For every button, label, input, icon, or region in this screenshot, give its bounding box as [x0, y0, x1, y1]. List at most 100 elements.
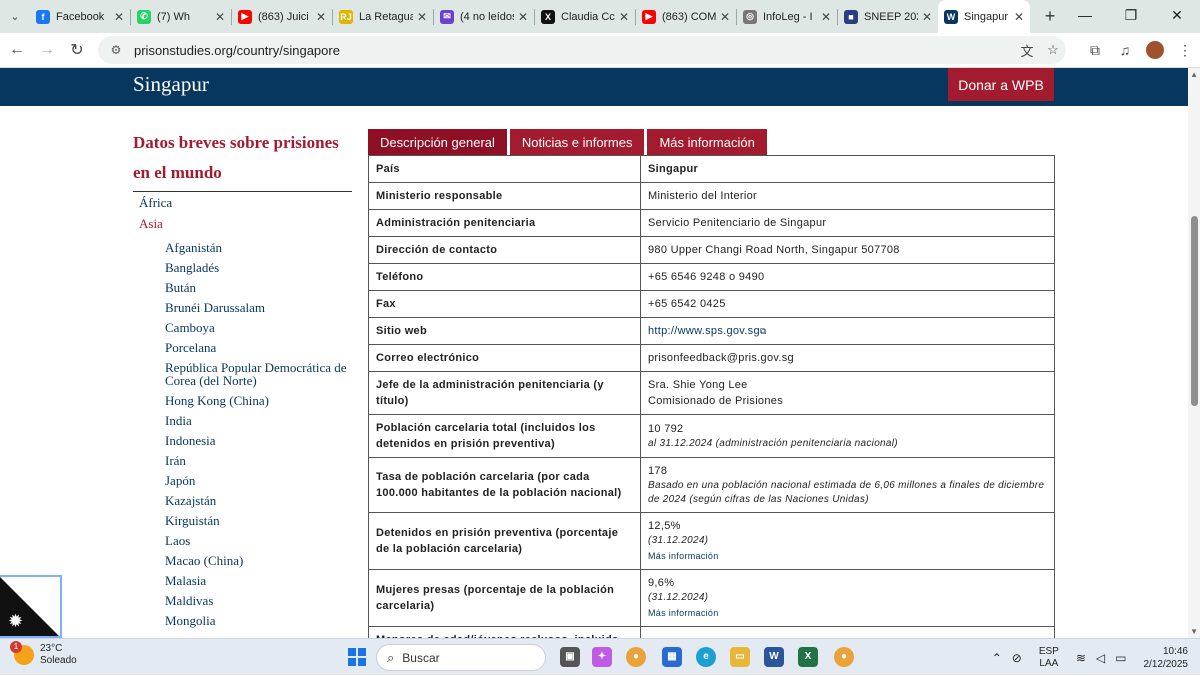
language-indicator[interactable]: ESP LAA: [1039, 646, 1059, 670]
close-tab-icon[interactable]: ✕: [720, 10, 730, 24]
row-note: al 31.12.2024 (administración penitencia…: [648, 438, 898, 449]
row-value-cell: 10 792 al 31.12.2024 (administración peni…: [640, 414, 1055, 458]
close-window-button[interactable]: ✕: [1154, 0, 1200, 33]
close-tab-icon[interactable]: ✕: [821, 10, 831, 24]
file-explorer-icon[interactable]: ▭: [730, 647, 750, 667]
edge-icon[interactable]: e: [696, 647, 716, 667]
country-link[interactable]: Irán: [133, 454, 352, 467]
browser-tab[interactable]: f Facebook ✕: [30, 0, 130, 33]
country-link[interactable]: Macao (China): [133, 554, 352, 567]
search-icon: ⌕: [387, 649, 395, 665]
close-tab-icon[interactable]: ✕: [619, 10, 629, 24]
sidebar: Datos breves sobre prisiones en el mundo…: [133, 128, 352, 627]
country-link[interactable]: Camboya: [133, 321, 352, 334]
browser-tab[interactable]: ◎ InfoLeg - I ✕: [737, 0, 837, 33]
country-link[interactable]: India: [133, 414, 352, 427]
browser-tab[interactable]: RJ La Retaguar ✕: [333, 0, 433, 33]
row-value-cell: +65 6542 0425: [640, 290, 1055, 318]
country-link[interactable]: Kirguistán: [133, 514, 352, 527]
copilot-icon[interactable]: ✦: [592, 647, 612, 667]
close-tab-icon[interactable]: ✕: [316, 10, 326, 24]
scroll-thumb[interactable]: [1191, 216, 1198, 406]
gear-icon[interactable]: ✹: [8, 611, 23, 632]
row-note: Basado en una población nacional estimad…: [648, 480, 1045, 505]
url-text[interactable]: prisonstudies.org/country/singapore: [134, 43, 1014, 58]
chrome-icon[interactable]: ●: [626, 647, 646, 667]
back-button[interactable]: ←: [2, 41, 32, 59]
browser-tab[interactable]: ▶ (863) COM ✕: [636, 0, 736, 33]
restore-button[interactable]: ❐: [1108, 0, 1154, 33]
page-scrollbar[interactable]: ▲ ▼: [1188, 68, 1200, 638]
menu-icon[interactable]: ⋮: [1170, 42, 1200, 59]
country-link[interactable]: Maldivas: [133, 594, 352, 607]
browser-tab[interactable]: ✉ (4 no leídos ✕: [434, 0, 534, 33]
reload-button[interactable]: ↻: [62, 40, 92, 60]
region-link[interactable]: África: [133, 192, 352, 213]
close-tab-icon[interactable]: ✕: [1014, 10, 1024, 24]
country-link[interactable]: República Popular Democrática de Corea (…: [133, 361, 352, 387]
country-link[interactable]: Kazajstán: [133, 494, 352, 507]
weather-widget[interactable]: 1 23°C Soleado: [10, 641, 77, 667]
site-info-icon[interactable]: ⚙: [108, 43, 124, 57]
row-note: (31.12.2024): [648, 592, 709, 603]
start-button[interactable]: [348, 648, 366, 666]
wifi-icon[interactable]: ≋: [1076, 651, 1086, 665]
browser-tab[interactable]: ▶ (863) Juici ✕: [232, 0, 332, 33]
content-tab[interactable]: Descripción general: [368, 129, 507, 155]
country-link[interactable]: Laos: [133, 534, 352, 547]
url-field[interactable]: ⚙ prisonstudies.org/country/singapore 文 …: [98, 36, 1066, 64]
chrome-active-icon[interactable]: ●: [834, 647, 854, 667]
donate-button[interactable]: Donar a WPB: [948, 68, 1054, 101]
bookmark-star-icon[interactable]: ☆: [1040, 42, 1066, 58]
scroll-up-icon[interactable]: ▲: [1190, 70, 1198, 79]
browser-tab[interactable]: W Singapur | ✕: [938, 0, 1030, 33]
close-tab-icon[interactable]: ✕: [518, 10, 528, 24]
excel-icon[interactable]: X: [798, 647, 818, 667]
clock[interactable]: 10:46 2/12/2025: [1144, 645, 1189, 671]
battery-icon[interactable]: ▭: [1115, 651, 1126, 665]
country-link[interactable]: Brunéi Darussalam: [133, 301, 352, 314]
scroll-down-icon[interactable]: ▼: [1190, 627, 1198, 636]
tab-strip: ⌄ f Facebook ✕ ✆ (7) Wh ✕ ▶ (863) Juici ✕ RJ La Re…: [0, 0, 1200, 33]
content-tab[interactable]: Más información: [647, 129, 767, 155]
table-row: País Singapur: [368, 155, 1055, 183]
task-view-icon[interactable]: ▣: [560, 647, 580, 667]
word-icon[interactable]: W: [764, 647, 784, 667]
more-info-link[interactable]: Más información: [648, 605, 1047, 621]
close-tab-icon[interactable]: ✕: [114, 10, 124, 24]
country-link[interactable]: Malasia: [133, 574, 352, 587]
row-value[interactable]: http://www.sps.gov.sg: [648, 325, 760, 337]
taskbar-search[interactable]: ⌕ Buscar: [376, 644, 546, 671]
country-link[interactable]: Mongolia: [133, 614, 352, 627]
tray-overflow-icon[interactable]: ⌃: [992, 651, 1002, 665]
country-link[interactable]: Afganistán: [133, 241, 352, 254]
profile-avatar[interactable]: [1146, 41, 1164, 59]
media-controls-icon[interactable]: ♫: [1110, 42, 1140, 58]
content-tab[interactable]: Noticias e informes: [509, 129, 645, 155]
page-title: Singapur: [133, 72, 209, 96]
new-tab-button[interactable]: +: [1038, 6, 1062, 27]
store-icon[interactable]: ▦: [662, 647, 682, 667]
browser-tab[interactable]: ■ SNEEP 202 ✕: [838, 0, 938, 33]
region-link[interactable]: Asia: [133, 213, 352, 234]
minimize-button[interactable]: —: [1062, 0, 1108, 33]
country-link[interactable]: Indonesia: [133, 434, 352, 447]
accessibility-widget[interactable]: ✹: [0, 575, 62, 638]
translate-icon[interactable]: 文: [1014, 41, 1040, 60]
country-link[interactable]: Japón: [133, 474, 352, 487]
country-link[interactable]: Bután: [133, 281, 352, 294]
country-link[interactable]: Porcelana: [133, 341, 352, 354]
browser-tab[interactable]: ✆ (7) Wh ✕: [131, 0, 231, 33]
close-tab-icon[interactable]: ✕: [215, 10, 225, 24]
forward-button[interactable]: →: [32, 41, 62, 59]
close-tab-icon[interactable]: ✕: [417, 10, 427, 24]
close-tab-icon[interactable]: ✕: [922, 10, 932, 24]
more-info-link[interactable]: Más información: [648, 548, 1047, 564]
volume-icon[interactable]: ◁: [1096, 651, 1105, 665]
extensions-icon[interactable]: ⧉: [1080, 42, 1110, 59]
country-link[interactable]: Hong Kong (China): [133, 394, 352, 407]
country-link[interactable]: Bangladés: [133, 261, 352, 274]
network-off-icon[interactable]: ⊘: [1012, 651, 1022, 665]
browser-tab[interactable]: X Claudia Cc ✕: [535, 0, 635, 33]
tab-search-icon[interactable]: ⌄: [0, 10, 30, 23]
